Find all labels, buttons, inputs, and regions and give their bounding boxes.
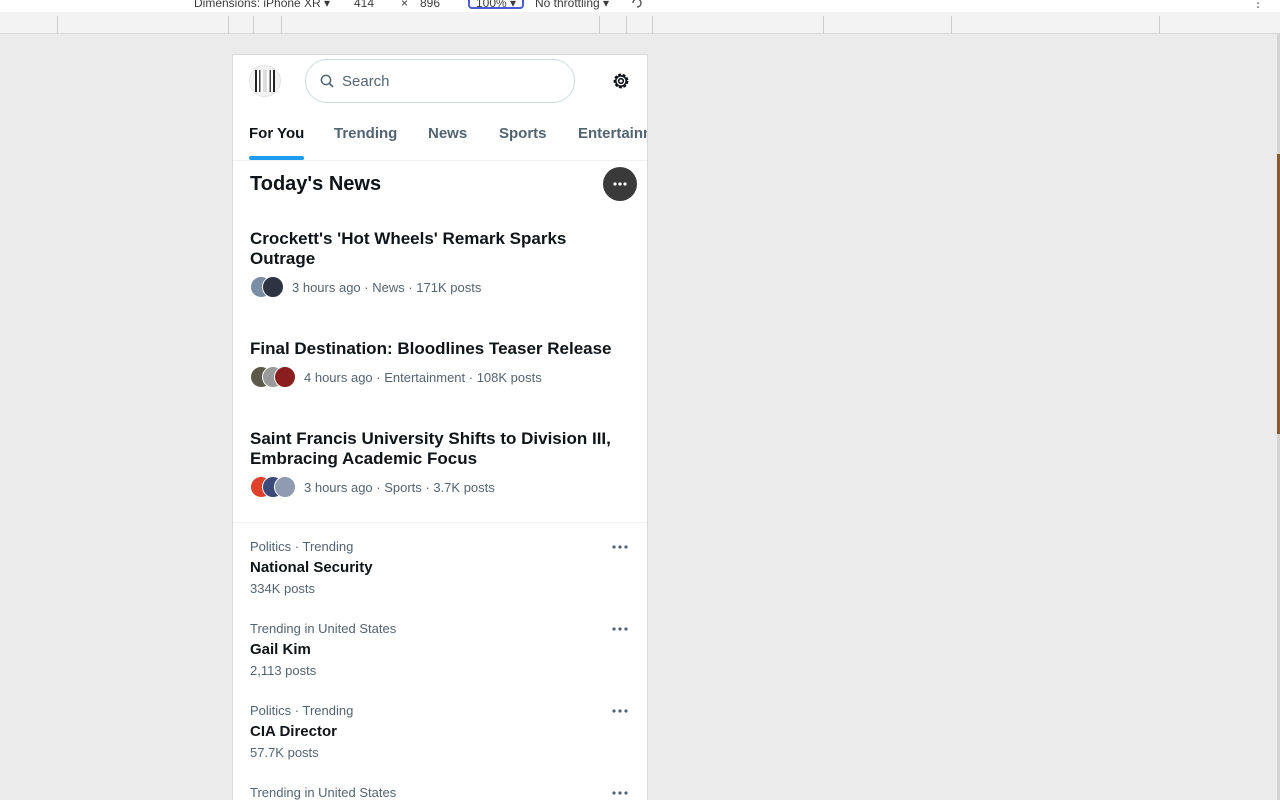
ellipsis-icon[interactable] <box>608 621 632 637</box>
trend-context: Trending in United States <box>250 785 397 800</box>
trend-post-count: 334K posts <box>250 581 316 596</box>
news-story[interactable]: Final Destination: Bloodlines Teaser Rel… <box>250 339 630 389</box>
tab-for-you[interactable]: For You <box>249 108 304 160</box>
devtools-device-toolbar: Dimensions: iPhone XR ▾ 414 × 896 100% ▾… <box>0 0 1280 12</box>
avatar-group <box>250 276 284 298</box>
tab-sports[interactable]: Sports <box>499 108 547 160</box>
story-title: Crockett's 'Hot Wheels' Remark Sparks Ou… <box>250 229 567 268</box>
more-options-button[interactable] <box>603 167 637 201</box>
media-query-ruler <box>0 12 1280 34</box>
trend-name: CIA Director <box>250 723 337 740</box>
top-bar <box>233 55 647 108</box>
trend-post-count: 2,113 posts <box>250 663 317 678</box>
tab-entertainment[interactable]: Entertainment <box>578 108 647 160</box>
tab-trending[interactable]: Trending <box>334 108 397 160</box>
story-meta: 4 hours ago · Entertainment · 108K posts <box>250 365 630 389</box>
tab-label: News <box>428 125 468 142</box>
film-reel-icon[interactable] <box>249 65 281 97</box>
ellipsis-icon <box>613 182 627 186</box>
gear-icon[interactable] <box>611 71 631 91</box>
story-meta-text: 3 hours ago · News · 171K posts <box>292 279 482 295</box>
trend-name: National Security <box>250 559 373 576</box>
explore-tabs: For You Trending News Sports Entertainme… <box>233 108 647 161</box>
section-title: Today's News <box>250 173 382 195</box>
trend-item[interactable]: Politics · Trending CIA Director 57.7K p… <box>250 703 630 761</box>
more-options-icon[interactable]: ⋮ <box>1252 0 1264 10</box>
tab-label: For You <box>249 125 305 142</box>
news-story[interactable]: Crockett's 'Hot Wheels' Remark Sparks Ou… <box>250 229 630 299</box>
mobile-viewport: For You Trending News Sports Entertainme… <box>233 55 647 800</box>
trend-item[interactable]: Trending in United States <box>250 785 630 800</box>
ellipsis-icon[interactable] <box>608 785 632 800</box>
avatar-group <box>250 476 296 498</box>
device-width-input[interactable]: 414 <box>354 0 374 10</box>
device-dimensions-select[interactable]: Dimensions: iPhone XR ▾ <box>194 0 330 10</box>
tab-label: Entertainment <box>578 125 647 142</box>
trend-item[interactable]: Politics · Trending National Security 33… <box>250 539 630 597</box>
story-title: Saint Francis University Shifts to Divis… <box>250 429 611 468</box>
rotate-icon[interactable] <box>630 0 644 12</box>
section-divider <box>233 522 647 523</box>
trend-context: Politics · Trending <box>250 539 354 554</box>
search-box[interactable] <box>305 59 575 103</box>
story-meta: 3 hours ago · Sports · 3.7K posts <box>250 475 630 499</box>
news-story[interactable]: Saint Francis University Shifts to Divis… <box>250 429 630 499</box>
zoom-select[interactable]: 100% ▾ <box>468 0 524 9</box>
tab-label: Sports <box>499 125 547 142</box>
search-input[interactable] <box>340 71 554 91</box>
tab-label: Trending <box>334 125 398 142</box>
tab-news[interactable]: News <box>428 108 467 160</box>
story-meta: 3 hours ago · News · 171K posts <box>250 275 630 299</box>
story-meta-text: 3 hours ago · Sports · 3.7K posts <box>304 479 495 495</box>
ellipsis-icon[interactable] <box>608 703 632 719</box>
active-tab-indicator <box>249 156 304 160</box>
search-icon <box>320 74 334 88</box>
ellipsis-icon[interactable] <box>608 539 632 555</box>
dimension-separator: × <box>401 0 409 10</box>
trend-post-count: 57.7K posts <box>250 745 319 760</box>
trend-name: Gail Kim <box>250 641 311 658</box>
avatar <box>262 276 284 298</box>
story-title: Final Destination: Bloodlines Teaser Rel… <box>250 339 612 358</box>
avatar <box>274 366 296 388</box>
trend-item[interactable]: Trending in United States Gail Kim 2,113… <box>250 621 630 679</box>
avatar <box>274 476 296 498</box>
story-meta-text: 4 hours ago · Entertainment · 108K posts <box>304 369 542 385</box>
avatar-group <box>250 366 296 388</box>
throttling-select[interactable]: No throttling ▾ <box>535 0 609 10</box>
trend-context: Trending in United States <box>250 621 397 636</box>
device-height-input[interactable]: 896 <box>420 0 440 10</box>
trend-context: Politics · Trending <box>250 703 354 718</box>
